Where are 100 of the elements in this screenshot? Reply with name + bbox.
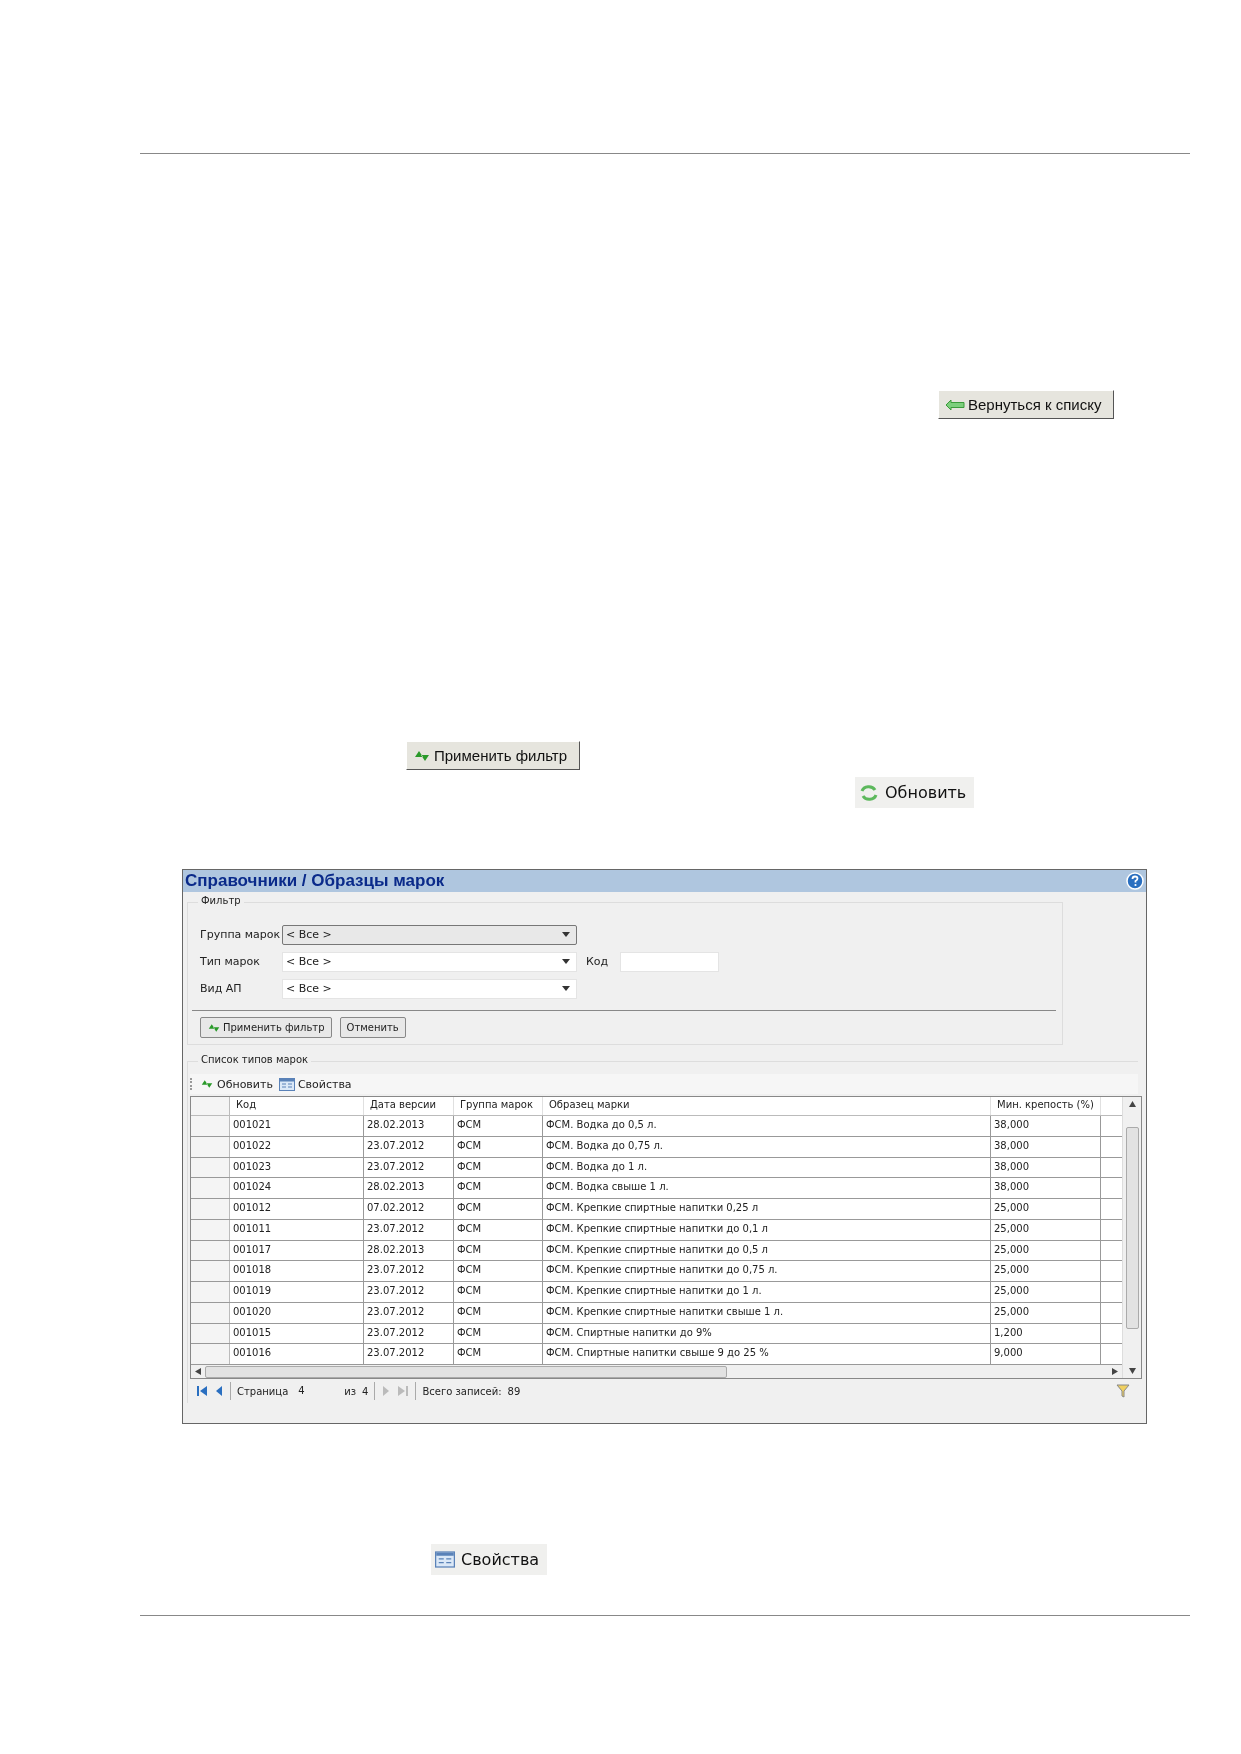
table-cell: 23.07.2012 (364, 1344, 454, 1364)
table-cell: 25,000 (991, 1261, 1101, 1281)
table-cell: 23.07.2012 (364, 1219, 454, 1240)
table-cell: ФСМ. Спиртные напитки свыше 9 до 25 % (543, 1344, 991, 1364)
field-label: Тип марок (200, 955, 261, 968)
table-cell: 001020 (230, 1302, 364, 1323)
row-header-cell[interactable] (191, 1282, 230, 1302)
row-header-cell[interactable] (191, 1178, 230, 1198)
back-to-list-button[interactable]: Вернуться к списку (938, 390, 1115, 419)
form-window-icon (435, 1551, 455, 1568)
column-header[interactable]: Группа марок (454, 1097, 543, 1115)
refresh-button[interactable]: Обновить (855, 777, 975, 808)
first-page-icon[interactable] (196, 1385, 208, 1397)
cancel-button[interactable]: Отменить (339, 1017, 406, 1038)
row-header-cell[interactable] (191, 1302, 230, 1323)
table-cell: ФСМ. Водка до 0,5 л. (543, 1116, 991, 1136)
window-title: Справочники / Образцы марок (185, 871, 445, 891)
row-header-cell[interactable] (191, 1116, 230, 1136)
column-header[interactable]: Мин. крепость (%) (991, 1097, 1101, 1115)
table-cell: 38,000 (991, 1157, 1101, 1178)
properties-button[interactable]: Свойства (278, 1077, 352, 1091)
page-label: Страница (237, 1385, 289, 1397)
dropdown-arrow-icon (562, 959, 570, 964)
table-cell: ФСМ (454, 1323, 543, 1344)
table-cell: 28.02.2013 (364, 1178, 454, 1198)
table-cell: 25,000 (991, 1240, 1101, 1261)
total-records-label: Всего записей: (422, 1385, 502, 1397)
table-cell: 07.02.2012 (364, 1199, 454, 1219)
table-cell: 001017 (230, 1240, 364, 1261)
table-cell: ФСМ. Водка до 1 л. (543, 1157, 991, 1178)
table-cell: ФСМ. Спиртные напитки до 9% (543, 1323, 991, 1344)
table-cell: ФСМ (454, 1136, 543, 1157)
apply-filter-button[interactable]: Применить фильтр (406, 741, 580, 770)
field-label: Группа марок (200, 928, 282, 941)
table-cell: 9,000 (991, 1344, 1101, 1364)
table-cell: 001015 (230, 1323, 364, 1344)
input-field[interactable] (620, 951, 719, 972)
field-label: Вид АП (200, 982, 243, 995)
table-cell: 28.02.2013 (364, 1116, 454, 1136)
table-cell: ФСМ. Крепкие спиртные напитки до 0,5 л (543, 1240, 991, 1261)
dropdown-field[interactable]: < Все > (282, 951, 577, 972)
dropdown-field[interactable]: < Все > (282, 924, 577, 945)
refresh-button[interactable]: Обновить (200, 1077, 273, 1091)
table-cell: ФСМ. Водка свыше 1 л. (543, 1178, 991, 1198)
group-legend: Список типов марок (198, 1054, 312, 1065)
table-cell: 001021 (230, 1116, 364, 1136)
group-legend: Фильтр (198, 895, 244, 906)
dropdown-arrow-icon (562, 932, 570, 937)
table-cell: ФСМ. Крепкие спиртные напитки до 0,75 л. (543, 1261, 991, 1281)
table-cell: 001012 (230, 1199, 364, 1219)
table-cell: 38,000 (991, 1178, 1101, 1198)
row-header-cell[interactable] (191, 1261, 230, 1281)
help-icon[interactable] (1126, 872, 1144, 890)
row-header-cell[interactable] (191, 1157, 230, 1178)
table-cell: ФСМ (454, 1261, 543, 1281)
apply-filter-button[interactable]: Применить фильтр (200, 1017, 332, 1038)
table-cell: ФСМ. Водка до 0,75 л. (543, 1136, 991, 1157)
column-header[interactable]: Дата версии (364, 1097, 454, 1115)
row-header-cell[interactable] (191, 1136, 230, 1157)
table-cell: 001011 (230, 1219, 364, 1240)
table-cell: ФСМ (454, 1302, 543, 1323)
previous-page-icon[interactable] (214, 1385, 224, 1397)
refresh-arrows-icon (859, 783, 879, 802)
page-count-label: из (344, 1385, 357, 1397)
row-header-cell[interactable] (191, 1240, 230, 1261)
table-cell: ФСМ. Крепкие спиртные напитки 0,25 л (543, 1199, 991, 1219)
table-cell: 001023 (230, 1157, 364, 1178)
column-header[interactable]: Образец марки (543, 1097, 991, 1115)
table-cell: ФСМ (454, 1282, 543, 1302)
dropdown-field[interactable]: < Все > (282, 978, 577, 999)
scroll-right-icon[interactable] (1112, 1368, 1118, 1375)
table-cell: 25,000 (991, 1219, 1101, 1240)
table-cell: ФСМ. Крепкие спиртные напитки свыше 1 л. (543, 1302, 991, 1323)
scroll-up-icon[interactable] (1128, 1101, 1136, 1107)
table-cell: 23.07.2012 (364, 1157, 454, 1178)
table-cell: 23.07.2012 (364, 1136, 454, 1157)
row-header-cell[interactable] (191, 1323, 230, 1344)
table-cell: 001024 (230, 1178, 364, 1198)
filter-icon[interactable] (1116, 1384, 1132, 1398)
table-cell: 25,000 (991, 1282, 1101, 1302)
properties-button[interactable]: Свойства (431, 1544, 548, 1575)
table-cell: ФСМ (454, 1199, 543, 1219)
row-header-cell[interactable] (191, 1199, 230, 1219)
horizontal-scrollbar[interactable] (191, 1365, 1122, 1378)
refresh-arrows-icon (200, 1078, 214, 1090)
table-cell: 25,000 (991, 1199, 1101, 1219)
vertical-scrollbar[interactable] (1122, 1097, 1141, 1378)
last-page-icon[interactable] (397, 1385, 410, 1397)
arrow-left-icon (945, 398, 965, 411)
table-cell: 25,000 (991, 1302, 1101, 1323)
scroll-left-icon[interactable] (195, 1368, 201, 1375)
table-cell: 001018 (230, 1261, 364, 1281)
field-label: Код (586, 955, 610, 968)
row-header-cell[interactable] (191, 1344, 230, 1364)
form-window-icon (278, 1077, 295, 1091)
table-cell: 001016 (230, 1344, 364, 1364)
scroll-down-icon[interactable] (1128, 1368, 1136, 1374)
table-cell: 23.07.2012 (364, 1282, 454, 1302)
row-header-cell[interactable] (191, 1219, 230, 1240)
column-header[interactable]: Код (230, 1097, 364, 1115)
